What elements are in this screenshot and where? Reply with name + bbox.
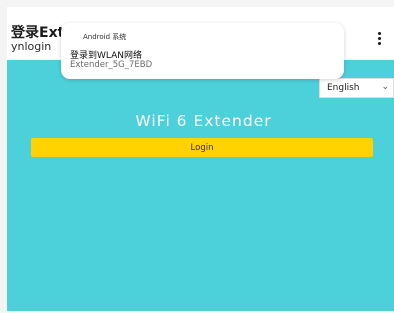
notification-app-name: Android 系统: [83, 33, 127, 41]
menu-dot: [377, 41, 381, 45]
portal-content: English ⌄ WiFi 6 Extender Login: [7, 60, 394, 311]
more-vertical-icon[interactable]: [372, 27, 386, 49]
menu-dot: [377, 36, 381, 40]
chevron-down-icon: ⌄: [381, 82, 389, 92]
app-bar-subtitle: ynlogin: [11, 40, 52, 53]
notification-text: Extender_5G_7EBD: [70, 60, 153, 70]
login-button[interactable]: Login: [31, 138, 373, 157]
app-bar-title: 登录Extender_5G_7EBD: [11, 25, 67, 41]
wifi-login-notification[interactable]: Android 系统 登录到WLAN网络 Extender_5G_7EBD: [61, 23, 344, 79]
language-select[interactable]: English ⌄: [319, 78, 394, 98]
menu-dot: [377, 31, 381, 35]
language-select-value: English: [327, 83, 360, 93]
page-heading: WiFi 6 Extender: [135, 112, 272, 130]
